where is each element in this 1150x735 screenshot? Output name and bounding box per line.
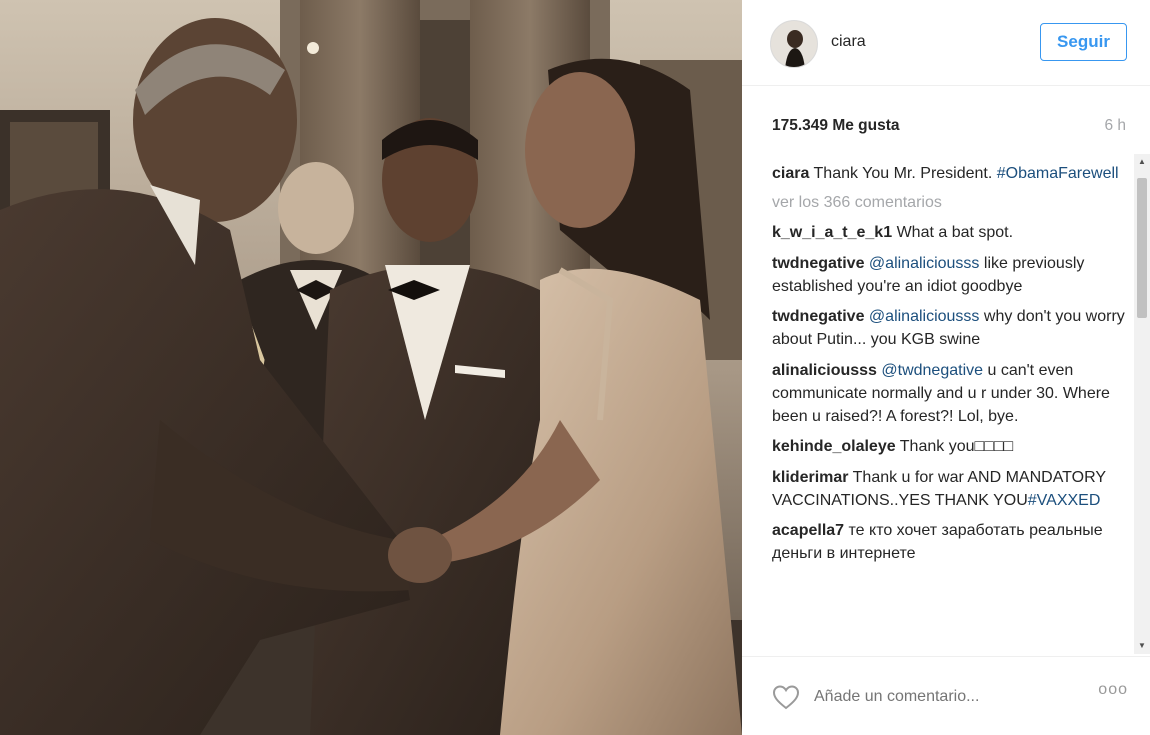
scrollbar-thumb[interactable] (1137, 178, 1147, 318)
comment-item: twdnegative @alinaliciousss why don't yo… (772, 305, 1130, 351)
follow-button[interactable]: Seguir (1040, 23, 1127, 61)
add-comment-input[interactable] (814, 683, 1074, 711)
caption-hashtag[interactable]: #ObamaFarewell (997, 165, 1119, 182)
comment-item: kliderimar Thank u for war AND MANDATORY… (772, 466, 1130, 512)
scroll-down-arrow-icon[interactable]: ▼ (1134, 638, 1150, 654)
comment-username[interactable]: twdnegative (772, 255, 864, 272)
avatar[interactable] (770, 20, 818, 68)
post-header: ciara Seguir (742, 0, 1150, 86)
caption-text: Thank You Mr. President. (813, 165, 993, 182)
post-stats: 175.349 Me gusta 6 h (742, 86, 1150, 154)
comment-mention[interactable]: @alinaliciousss (869, 308, 980, 325)
comment-text: Thank you□□□□ (899, 438, 1014, 455)
post-photo-illustration (0, 0, 742, 735)
comment-item: acapella7 те кто хочет заработать реальн… (772, 519, 1130, 565)
comment-item: alinaliciousss @twdnegative u can't even… (772, 359, 1130, 428)
ellipsis-icon[interactable]: ooo (1098, 681, 1128, 699)
comment-text: What a bat spot. (896, 224, 1014, 241)
heart-outline-icon[interactable] (772, 684, 800, 710)
comments-list: ciara Thank You Mr. President. #ObamaFar… (772, 154, 1130, 654)
comment-username[interactable]: k_w_i_a_t_e_k1 (772, 224, 892, 241)
comment-username[interactable]: twdnegative (772, 308, 864, 325)
comment-item: k_w_i_a_t_e_k1 What a bat spot. (772, 221, 1130, 244)
comment-footer: ooo (742, 656, 1150, 735)
post-photo[interactable] (0, 0, 742, 735)
comment-username[interactable]: kehinde_olaleye (772, 438, 896, 455)
comment-hashtag[interactable]: #VAXXED (1028, 492, 1101, 509)
caption-username[interactable]: ciara (772, 165, 809, 182)
post-sidebar: ciara Seguir 175.349 Me gusta 6 h ciara … (742, 0, 1150, 735)
comment-username[interactable]: acapella7 (772, 522, 844, 539)
view-all-comments-link[interactable]: ver los 366 comentarios (772, 191, 1130, 214)
avatar-image (771, 21, 817, 67)
comment-mention[interactable]: @twdnegative (881, 362, 983, 379)
comment-item: kehinde_olaleye Thank you□□□□ (772, 435, 1130, 458)
comment-item: twdnegative @alinaliciousss like previou… (772, 252, 1130, 298)
comments-scrollbar[interactable]: ▲ ▼ (1134, 154, 1150, 654)
timestamp[interactable]: 6 h (1104, 117, 1126, 135)
likes-count[interactable]: 175.349 Me gusta (772, 117, 900, 135)
comment-username[interactable]: alinaliciousss (772, 362, 877, 379)
username[interactable]: ciara (831, 33, 866, 51)
comment-username[interactable]: kliderimar (772, 469, 848, 486)
scroll-up-arrow-icon[interactable]: ▲ (1134, 154, 1150, 170)
comment-mention[interactable]: @alinaliciousss (869, 255, 980, 272)
caption: ciara Thank You Mr. President. #ObamaFar… (772, 162, 1130, 185)
